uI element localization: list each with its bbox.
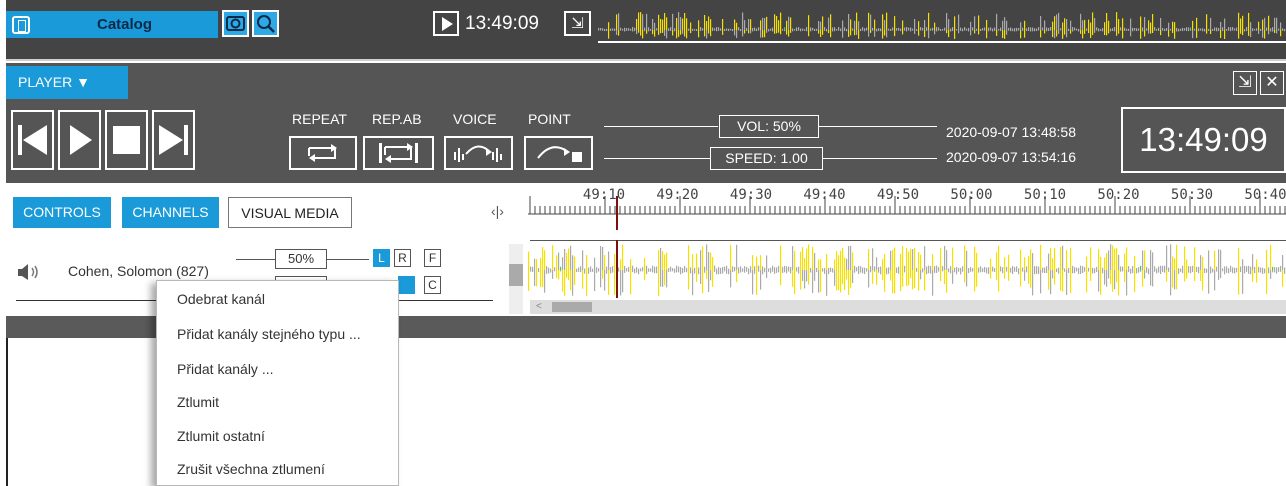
menu-item-mute-others[interactable]: Ztlumit ostatní [177,428,265,444]
timeline-tick-label: 50:30 [1171,187,1213,203]
repeat-ab-icon [379,143,418,163]
camera-button[interactable] [222,10,249,37]
menu-item-remove-channel[interactable]: Odebrat kanál [177,291,265,307]
search-button[interactable] [252,10,279,37]
skip-back-icon [18,125,47,155]
point-button[interactable] [524,136,593,170]
search-icon [257,15,275,33]
play-icon [70,125,92,155]
menu-item-unmute-all[interactable]: Zrušit všechna ztlumení [177,461,325,477]
channel-flag-f[interactable]: F [424,249,441,267]
tab-channels[interactable]: CHANNELS [122,197,219,228]
waveform-bars [528,244,1286,296]
menu-item-mute[interactable]: Ztlumit [177,394,219,410]
channel-name: Cohen, Solomon (827) [68,263,209,279]
channel-context-menu: Odebrat kanál Přidat kanály stejného typ… [156,280,399,486]
vol-line-left [604,126,718,127]
mini-waveform[interactable] [598,10,1286,40]
timeline-ruler[interactable]: 49:10 49:20 49:30 49:40 49:50 50:00 50:10 50:20… [528,186,1286,230]
point-icon [537,146,582,162]
channel-flag-r[interactable]: R [394,249,411,267]
current-time-display: 13:49:09 [1121,107,1286,173]
skip-forward-icon [159,125,188,155]
top-bar: Catalog 13:49:09 ⇲ [6,0,1286,61]
splitter-handle-icon[interactable]: ‹|› [491,203,507,221]
player-header: PLAYER ▼ ⇲ ✕ [6,63,1286,99]
tab-controls[interactable]: CONTROLS [13,197,111,228]
speaker-icon[interactable] [16,262,56,282]
skip-back-button[interactable] [11,110,54,170]
repeat-icon [308,144,337,162]
catalog-label: Catalog [97,16,153,33]
skip-forward-button[interactable] [152,110,195,170]
timeline-tick-label: 50:40 [1244,187,1286,203]
playhead[interactable] [616,240,618,298]
start-datetime: 2020-09-07 13:48:58 [946,124,1076,140]
channel-flag-l[interactable]: L [373,249,390,267]
scroll-left-icon[interactable]: < [536,300,542,314]
channel-flag-c[interactable]: C [424,276,441,294]
collapse-icon[interactable]: ⇲ [564,11,591,36]
channel-volume[interactable]: 50% [275,249,327,269]
collapse-window-icon[interactable]: ⇲ [1233,71,1257,95]
stop-icon [113,126,140,154]
voice-label: VOICE [453,111,497,127]
timeline-tick-label: 50:20 [1097,187,1139,203]
voice-icon [454,145,502,162]
channel-vertical-scrollbar[interactable] [509,244,523,314]
rep-ab-button[interactable] [363,136,434,170]
media-player-window: Catalog 13:49:09 ⇲ PLAYER ▼ ⇲ ✕ REPEAT R… [0,0,1286,486]
menu-item-add-same-type-channels[interactable]: Přidat kanály stejného typu ... [177,326,361,342]
mini-waveform-baseline [598,41,1286,43]
close-icon[interactable]: ✕ [1260,71,1284,95]
speed-line-left [604,158,710,159]
menu-item-add-channels[interactable]: Přidat kanály ... [177,361,274,377]
timeline-tick-label: 50:00 [950,187,992,203]
timeline-horizontal-scrollbar[interactable]: < [530,300,1286,314]
tab-visual-media[interactable]: VISUAL MEDIA [228,197,352,228]
playhead-ruler[interactable] [616,196,618,230]
channel-vol-line-right [327,259,369,260]
channel-flag-hidden[interactable] [398,276,415,294]
stop-button[interactable] [105,110,148,170]
timeline-tick-label: 49:10 [583,187,625,203]
speed-display[interactable]: SPEED: 1.00 [710,147,823,170]
waveform-bars [598,12,1286,39]
player-menu-tab[interactable]: PLAYER ▼ [6,66,128,99]
camera-icon [226,16,245,31]
player-controls: REPEAT REP.AB VOICE POINT VOL: 50% SPEED… [6,99,1286,183]
rep-ab-label: REP.AB [372,111,422,127]
timeline-tick-label: 49:20 [656,187,698,203]
catalog-button[interactable]: Catalog [6,11,218,38]
mini-play-button[interactable] [433,11,459,36]
horizontal-scroll-thumb[interactable] [552,302,592,312]
vol-line-right [819,126,937,127]
timeline-tick-label: 49:30 [730,187,772,203]
point-label: POINT [528,111,571,127]
panel-icon [12,15,30,34]
repeat-button[interactable] [289,136,357,170]
end-datetime: 2020-09-07 13:54:16 [946,149,1076,165]
left-frame-border [6,338,8,486]
timeline-tick-label: 49:40 [803,187,845,203]
voice-button[interactable] [444,136,513,170]
vertical-scroll-thumb[interactable] [509,264,523,286]
timeline-tick-label: 50:10 [1024,187,1066,203]
speed-line-right [823,158,937,159]
volume-display[interactable]: VOL: 50% [719,115,819,138]
channel-vol-line-left [236,259,275,260]
timeline-tick-label: 49:50 [877,187,919,203]
top-time: 13:49:09 [465,13,539,34]
channel-waveform[interactable] [528,240,1286,298]
play-button[interactable] [58,110,101,170]
repeat-label: REPEAT [292,111,347,127]
